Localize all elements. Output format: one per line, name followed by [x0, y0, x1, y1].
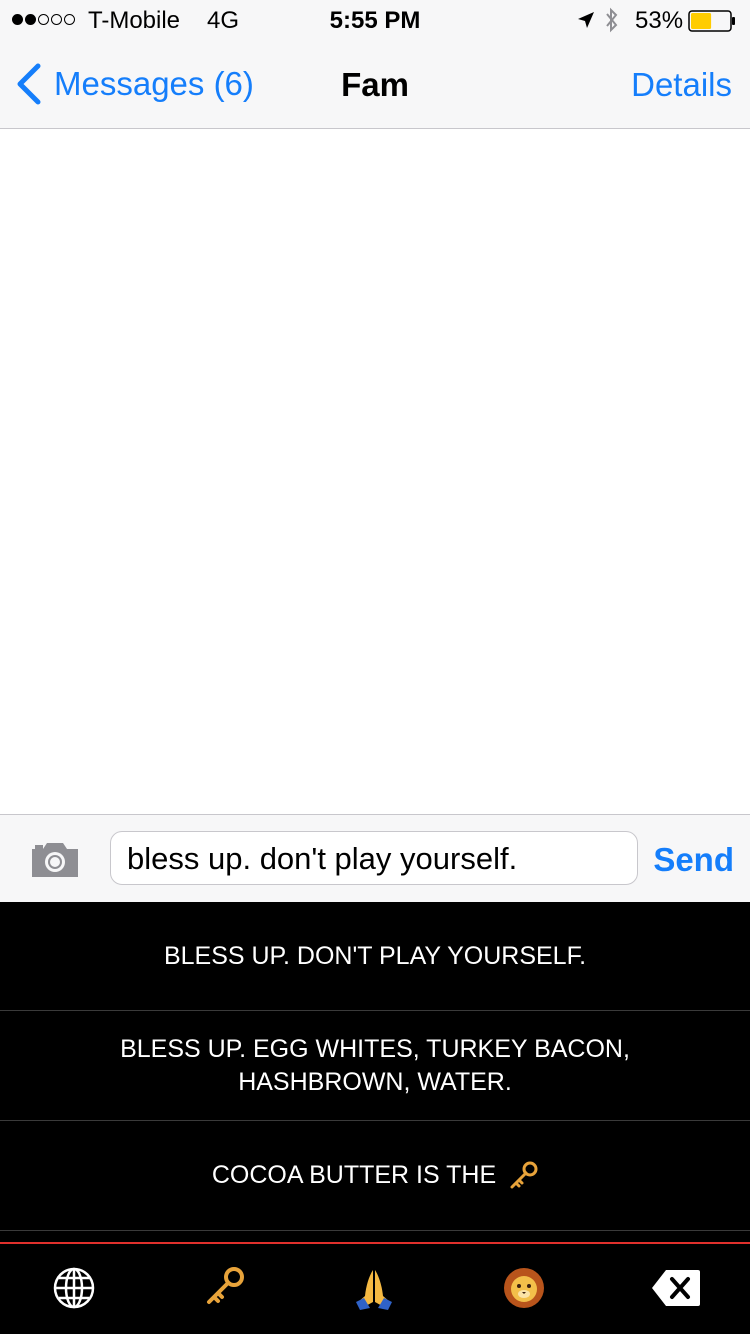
- bluetooth-icon: [606, 7, 618, 33]
- navigation-bar: Messages (6) Fam Details: [0, 40, 750, 129]
- delete-button[interactable]: [650, 1264, 702, 1312]
- details-button[interactable]: Details: [631, 66, 732, 104]
- suggestion-item[interactable]: COCOA BUTTER IS THE: [0, 1121, 750, 1231]
- battery-percent: 53%: [635, 7, 684, 34]
- message-input[interactable]: bless up. don't play yourself.: [110, 831, 638, 885]
- message-composer: bless up. don't play yourself. Send: [0, 814, 750, 903]
- globe-icon: [53, 1267, 95, 1309]
- suggestion-item[interactable]: BLESS UP. DON'T PLAY YOURSELF.: [0, 902, 750, 1011]
- location-icon: [578, 12, 594, 28]
- lion-emoji-button[interactable]: [500, 1264, 548, 1312]
- keyboard-suggestions: BLESS UP. DON'T PLAY YOURSELF. BLESS UP.…: [0, 902, 750, 1242]
- suggestion-item[interactable]: BLESS UP. EGG WHITES, TURKEY BACON, HASH…: [0, 1011, 750, 1121]
- battery-icon: [688, 10, 735, 32]
- key-emoji-button[interactable]: [200, 1264, 248, 1312]
- keyboard-bottom-bar: [0, 1244, 750, 1334]
- status-bar: T-Mobile 4G 5:55 PM 53%: [0, 0, 750, 40]
- key-emoji: [207, 1267, 244, 1304]
- folded-hands-emoji-button[interactable]: [350, 1264, 398, 1312]
- send-button[interactable]: Send: [653, 841, 734, 879]
- suggestion-text: BLESS UP. EGG WHITES, TURKEY BACON, HASH…: [120, 1034, 630, 1096]
- suggestion-text: COCOA BUTTER IS THE: [211, 1161, 497, 1189]
- suggestion-text: BLESS UP. DON'T PLAY YOURSELF.: [163, 941, 587, 970]
- messages-screen: T-Mobile 4G 5:55 PM 53% Messages (6) Fam…: [0, 0, 750, 1334]
- key-emoji: [510, 1161, 538, 1188]
- camera-icon[interactable]: [28, 839, 82, 881]
- lion-emoji: [504, 1268, 544, 1308]
- folded-hands-emoji: [356, 1270, 392, 1310]
- message-list[interactable]: [0, 129, 750, 814]
- delete-icon: [652, 1270, 700, 1306]
- globe-button[interactable]: [50, 1264, 98, 1312]
